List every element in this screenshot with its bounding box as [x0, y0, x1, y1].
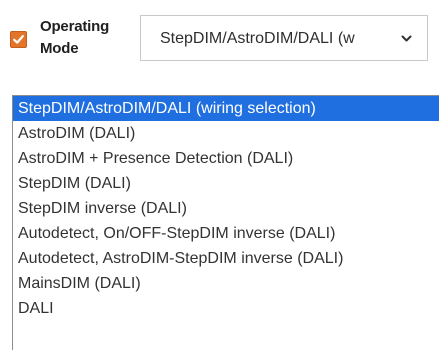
- checkmark-icon: [13, 35, 24, 44]
- chevron-down-icon[interactable]: [400, 32, 413, 45]
- operating-mode-label: Operating Mode: [40, 16, 140, 60]
- dropdown-option[interactable]: StepDIM (DALI): [13, 171, 439, 196]
- dropdown-option[interactable]: DALI: [13, 296, 439, 321]
- dropdown-option[interactable]: Autodetect, On/OFF-StepDIM inverse (DALI…: [13, 221, 439, 246]
- dropdown-option[interactable]: AstroDIM + Presence Detection (DALI): [13, 146, 439, 171]
- label-line-1: Operating: [40, 18, 110, 35]
- dropdown-option[interactable]: Autodetect, AstroDIM-StepDIM inverse (DA…: [13, 246, 439, 271]
- operating-mode-dropdown-list: StepDIM/AstroDIM/DALI (wiring selection)…: [12, 95, 439, 350]
- select-current-value: StepDIM/AstroDIM/DALI (w: [160, 30, 355, 47]
- operating-mode-panel: Operating Mode StepDIM/AstroDIM/DALI (w …: [0, 0, 439, 350]
- dropdown-option[interactable]: MainsDIM (DALI): [13, 271, 439, 296]
- label-line-2: Mode: [40, 40, 79, 57]
- dropdown-option-selected[interactable]: StepDIM/AstroDIM/DALI (wiring selection): [13, 96, 439, 121]
- operating-mode-select[interactable]: StepDIM/AstroDIM/DALI (w: [140, 15, 428, 61]
- dropdown-option[interactable]: AstroDIM (DALI): [13, 121, 439, 146]
- operating-mode-checkbox[interactable]: [10, 31, 27, 48]
- dropdown-option[interactable]: StepDIM inverse (DALI): [13, 196, 439, 221]
